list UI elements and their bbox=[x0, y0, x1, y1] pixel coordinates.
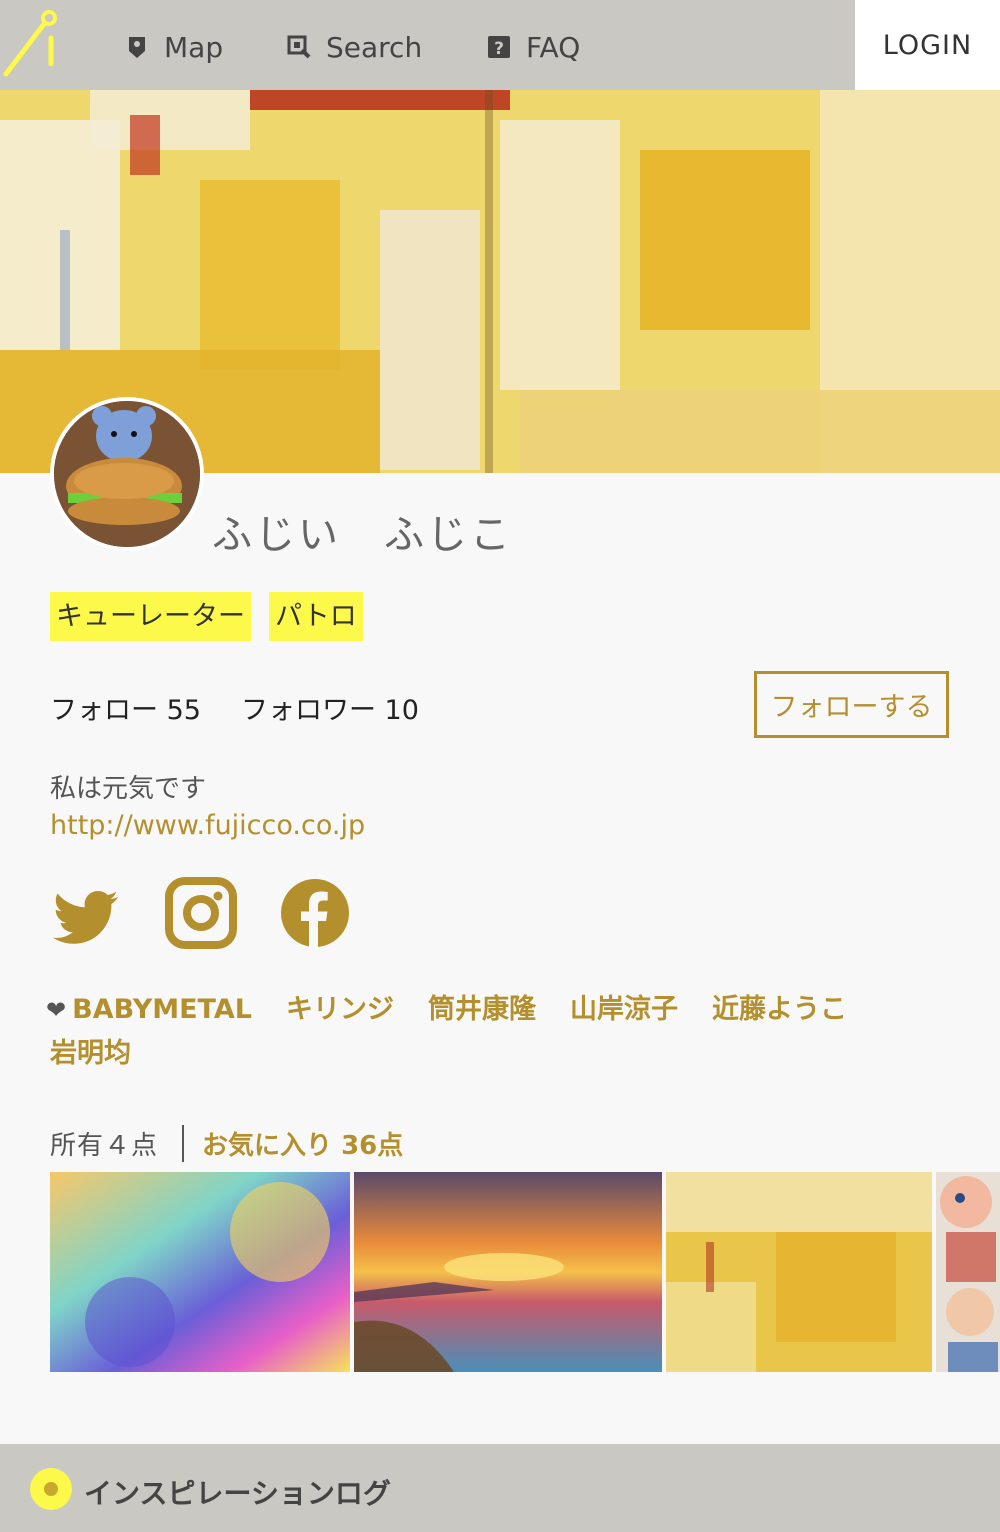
badge-patron: パトロ bbox=[269, 592, 363, 641]
liked-artist-tag[interactable]: BABYMETAL bbox=[72, 994, 252, 1025]
heart-icon: ❤ bbox=[46, 996, 67, 1024]
artwork-thumbnail[interactable] bbox=[936, 1172, 1000, 1372]
artwork-thumbnail[interactable] bbox=[354, 1172, 662, 1372]
map-pin-icon bbox=[129, 37, 145, 58]
question-icon: ? bbox=[488, 36, 510, 59]
following-count[interactable]: フォロー 55 bbox=[50, 688, 201, 727]
svg-text:?: ? bbox=[494, 39, 504, 59]
inspiration-log-bar[interactable]: インスピレーションログ bbox=[0, 1444, 1000, 1532]
nav-map[interactable]: Map bbox=[124, 28, 223, 66]
profile-name: ふじい ふじこ bbox=[212, 512, 513, 558]
instagram-icon[interactable] bbox=[165, 877, 237, 949]
liked-artist-tag[interactable]: 山岸涼子 bbox=[570, 994, 678, 1025]
nav-faq[interactable]: ? FAQ bbox=[486, 28, 580, 66]
top-nav-bar: Map Search ? FAQ LOGIN bbox=[0, 0, 1000, 90]
nav-map-label: Map bbox=[164, 30, 224, 64]
liked-artist-tag[interactable]: キリンジ bbox=[286, 994, 394, 1025]
artwork-thumbnail[interactable] bbox=[666, 1172, 932, 1372]
app-logo[interactable] bbox=[0, 8, 70, 82]
nav-faq-label: FAQ bbox=[526, 30, 581, 64]
footer-title: インスピレーションログ bbox=[84, 1477, 391, 1510]
nav-search-label: Search bbox=[326, 30, 423, 64]
search-icon bbox=[287, 35, 311, 59]
liked-artist-tag[interactable]: 筒井康隆 bbox=[428, 994, 536, 1025]
circle-dot-icon bbox=[30, 1468, 72, 1510]
follow-stats: フォロー 55 フォロワー 10 bbox=[50, 688, 419, 727]
tab-favorites[interactable]: お気に入り 36点 bbox=[184, 1125, 403, 1162]
follow-button[interactable]: フォローする bbox=[754, 671, 949, 738]
badge-curator: キューレーター bbox=[50, 592, 251, 641]
login-button[interactable]: LOGIN bbox=[855, 0, 1000, 90]
liked-artist-tag[interactable]: 近藤ようこ bbox=[712, 994, 847, 1025]
nav-search[interactable]: Search bbox=[286, 28, 422, 66]
tab-owned[interactable]: 所有４点 bbox=[50, 1124, 185, 1162]
avatar bbox=[50, 397, 204, 551]
role-badges: キューレーター パトロ bbox=[50, 592, 363, 641]
twitter-icon[interactable] bbox=[50, 877, 122, 949]
artwork-thumbnail[interactable] bbox=[50, 1172, 350, 1372]
collection-tabs: 所有４点 お気に入り 36点 bbox=[50, 1122, 403, 1164]
follower-count[interactable]: フォロワー 10 bbox=[241, 688, 419, 727]
liked-artists: ❤ BABYMETAL キリンジ 筒井康隆 山岸涼子 近藤ようこ岩明均 bbox=[46, 988, 906, 1076]
facebook-icon[interactable] bbox=[279, 877, 351, 949]
profile-url-link[interactable]: http://www.fujicco.co.jp bbox=[50, 810, 365, 841]
profile-bio: 私は元気です bbox=[50, 774, 207, 804]
liked-artist-tag[interactable]: 岩明均 bbox=[50, 1038, 131, 1069]
